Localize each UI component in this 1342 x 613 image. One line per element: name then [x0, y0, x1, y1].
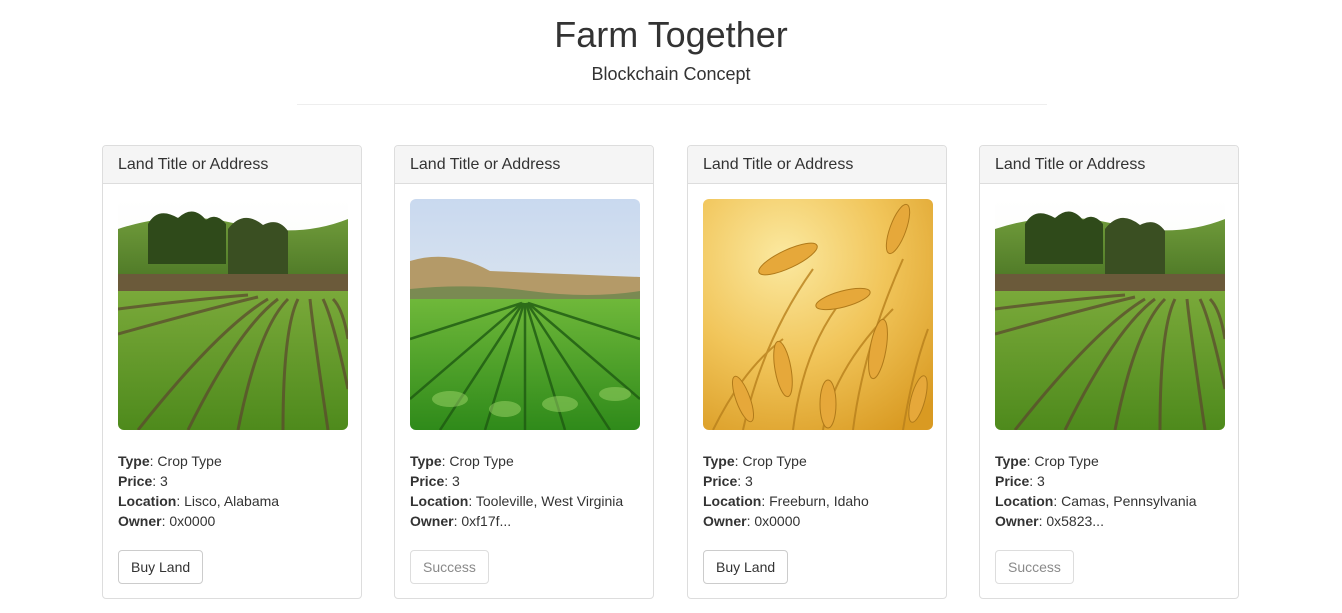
owner-value: 0xf17f...	[461, 513, 512, 529]
header-divider	[297, 104, 1047, 105]
owner-row: Owner: 0x0000	[703, 513, 801, 529]
type-value: Crop Type	[742, 453, 807, 469]
card-heading: Land Title or Address	[688, 146, 946, 184]
location-value: Lisco, Alabama	[184, 493, 280, 509]
card-heading: Land Title or Address	[980, 146, 1238, 184]
location-value: Freeburn, Idaho	[769, 493, 869, 509]
type-row: Type: Crop Type	[118, 453, 222, 469]
type-row: Type: Crop Type	[995, 453, 1099, 469]
price-row: Price: 3	[995, 473, 1045, 489]
price-row: Price: 3	[118, 473, 168, 489]
price-row: Price: 3	[703, 473, 753, 489]
land-card: Land Title or Address Type: Crop Type Pr…	[394, 145, 654, 599]
land-details: Type: Crop Type Price: 3 Location: Lisco…	[118, 451, 279, 531]
land-card: Land Title or Address Type: Crop Type Pr…	[102, 145, 362, 599]
location-row: Location: Camas, Pennsylvania	[995, 493, 1197, 509]
owner-row: Owner: 0x0000	[118, 513, 216, 529]
land-photo	[703, 199, 933, 430]
page-subtitle: Blockchain Concept	[591, 64, 751, 84]
land-details: Type: Crop Type Price: 3 Location: Freeb…	[703, 451, 869, 531]
owner-value: 0x5823...	[1046, 513, 1104, 529]
type-row: Type: Crop Type	[410, 453, 514, 469]
land-photo	[118, 199, 348, 430]
owner-value: 0x0000	[754, 513, 801, 529]
price-value: 3	[745, 473, 753, 489]
location-value: Tooleville, West Virginia	[475, 493, 624, 509]
land-details: Type: Crop Type Price: 3 Location: Toole…	[410, 451, 623, 531]
location-row: Location: Lisco, Alabama	[118, 493, 280, 509]
success-button[interactable]: Success	[410, 550, 489, 584]
location-value: Camas, Pennsylvania	[1061, 493, 1197, 509]
land-card: Land Title or Address Type: Crop Type Pr…	[687, 145, 947, 599]
land-details: Type: Crop Type Price: 3 Location: Camas…	[995, 451, 1197, 531]
price-value: 3	[160, 473, 168, 489]
price-value: 3	[1037, 473, 1045, 489]
card-heading: Land Title or Address	[395, 146, 653, 184]
page-title: Farm Together	[554, 14, 788, 55]
location-row: Location: Tooleville, West Virginia	[410, 493, 624, 509]
land-photo	[410, 199, 640, 430]
owner-row: Owner: 0x5823...	[995, 513, 1104, 529]
price-row: Price: 3	[410, 473, 460, 489]
owner-row: Owner: 0xf17f...	[410, 513, 512, 529]
land-photo	[995, 199, 1225, 430]
price-value: 3	[452, 473, 460, 489]
type-row: Type: Crop Type	[703, 453, 807, 469]
buy-land-button[interactable]: Buy Land	[703, 550, 789, 584]
land-card: Land Title or Address Type: Crop Type Pr…	[979, 145, 1239, 599]
success-button[interactable]: Success	[995, 550, 1074, 584]
buy-land-button[interactable]: Buy Land	[118, 550, 204, 584]
type-value: Crop Type	[449, 453, 514, 469]
owner-value: 0x0000	[169, 513, 216, 529]
location-row: Location: Freeburn, Idaho	[703, 493, 869, 509]
type-value: Crop Type	[157, 453, 222, 469]
type-value: Crop Type	[1034, 453, 1099, 469]
card-heading: Land Title or Address	[103, 146, 361, 184]
